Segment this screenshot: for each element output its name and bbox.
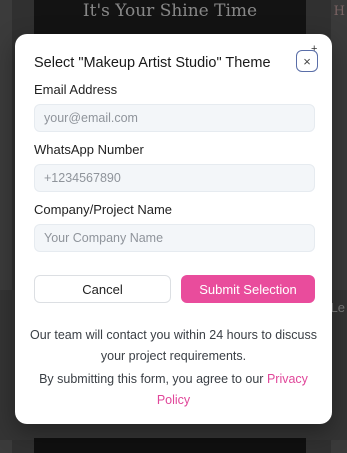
agreement-text: By submitting this form, you agree to ou… bbox=[39, 372, 267, 386]
theme-selection-modal: Select "Makeup Artist Studio" Theme + × … bbox=[15, 34, 332, 424]
submit-selection-button[interactable]: Submit Selection bbox=[181, 275, 315, 303]
company-field[interactable] bbox=[34, 224, 315, 252]
whatsapp-field[interactable] bbox=[34, 164, 315, 192]
contact-note: Our team will contact you within 24 hour… bbox=[30, 328, 317, 363]
close-icon: × bbox=[303, 53, 311, 69]
modal-title: Select "Makeup Artist Studio" Theme bbox=[34, 55, 271, 71]
close-button[interactable]: × bbox=[296, 50, 318, 72]
agreement-note: By submitting this form, you agree to ou… bbox=[25, 369, 322, 411]
email-field[interactable] bbox=[34, 104, 315, 132]
whatsapp-label: WhatsApp Number bbox=[34, 142, 144, 157]
company-label: Company/Project Name bbox=[34, 202, 172, 217]
email-label: Email Address bbox=[34, 82, 118, 97]
cancel-button[interactable]: Cancel bbox=[34, 275, 171, 303]
